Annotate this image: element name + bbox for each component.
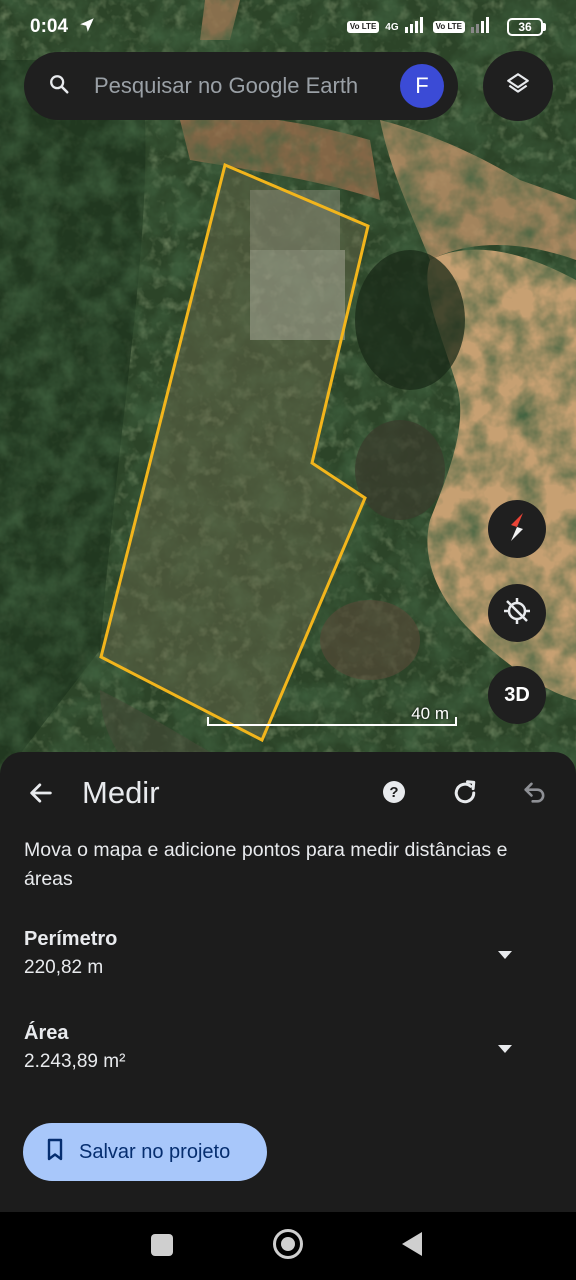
bookmark-icon — [45, 1138, 65, 1167]
search-input[interactable]: Pesquisar no Google Earth — [94, 73, 400, 99]
help-button[interactable]: ? — [382, 780, 408, 806]
area-label: Área — [24, 1022, 69, 1044]
location-disabled-icon — [501, 595, 533, 632]
compass-button[interactable] — [488, 500, 546, 558]
layers-button[interactable] — [483, 51, 553, 121]
scale-bar: 40 m — [207, 704, 457, 726]
scale-line — [207, 717, 457, 726]
refresh-icon — [450, 780, 480, 812]
system-back-button[interactable] — [402, 1232, 422, 1256]
area-value: 2.243,89 m² — [24, 1051, 126, 1072]
location-off-button[interactable] — [488, 584, 546, 642]
search-bar[interactable]: Pesquisar no Google Earth F — [24, 52, 458, 120]
caret-down-icon[interactable] — [496, 948, 514, 960]
measure-panel: Medir ? Mova o mapa e adicione pontos pa… — [0, 752, 576, 1212]
back-button[interactable] — [24, 778, 58, 812]
battery-icon: 36 — [507, 18, 546, 36]
battery-level: 36 — [507, 18, 543, 36]
caret-down-icon[interactable] — [496, 1042, 514, 1054]
save-button-label: Salvar no projeto — [79, 1140, 231, 1163]
3d-toggle-button[interactable]: 3D — [488, 666, 546, 724]
home-button[interactable] — [273, 1229, 303, 1259]
instructions-text: Mova o mapa e adicione pontos para medir… — [24, 839, 508, 890]
account-avatar[interactable]: F — [400, 64, 444, 108]
map-view[interactable]: 0:04 Vo LTE 4G Vo LTE 36 Pesquisar no Go… — [0, 0, 576, 780]
network-type: 4G — [385, 21, 399, 33]
perimeter-label: Perímetro — [24, 928, 118, 950]
perimeter-value: 220,82 m — [24, 957, 104, 978]
search-icon — [48, 73, 70, 100]
status-time: 0:04 — [30, 16, 69, 37]
area-row[interactable]: Área 2.243,89 m² — [24, 1022, 544, 1073]
volte-badge-2: Vo LTE — [432, 21, 465, 33]
layers-icon — [505, 71, 531, 102]
perimeter-row[interactable]: Perímetro 220,82 m — [24, 928, 544, 979]
navigation-arrow-icon — [78, 16, 96, 39]
undo-icon — [521, 782, 549, 810]
signal-icon — [404, 16, 427, 38]
panel-header: Medir ? — [0, 770, 576, 818]
compass-icon — [503, 510, 531, 549]
volte-badge: Vo LTE — [346, 21, 380, 33]
recents-button[interactable] — [151, 1234, 173, 1256]
help-icon: ? — [382, 781, 406, 808]
save-to-project-button[interactable]: Salvar no projeto — [23, 1123, 267, 1181]
signal-icon-2 — [471, 16, 493, 38]
system-navigation-bar — [0, 1212, 576, 1280]
arrow-back-icon — [27, 779, 55, 812]
status-bar: 0:04 Vo LTE 4G Vo LTE 36 — [0, 0, 576, 54]
undo-button[interactable] — [521, 778, 551, 808]
svg-text:?: ? — [389, 784, 398, 801]
reset-button[interactable] — [450, 778, 480, 808]
panel-title: Medir — [82, 775, 160, 810]
